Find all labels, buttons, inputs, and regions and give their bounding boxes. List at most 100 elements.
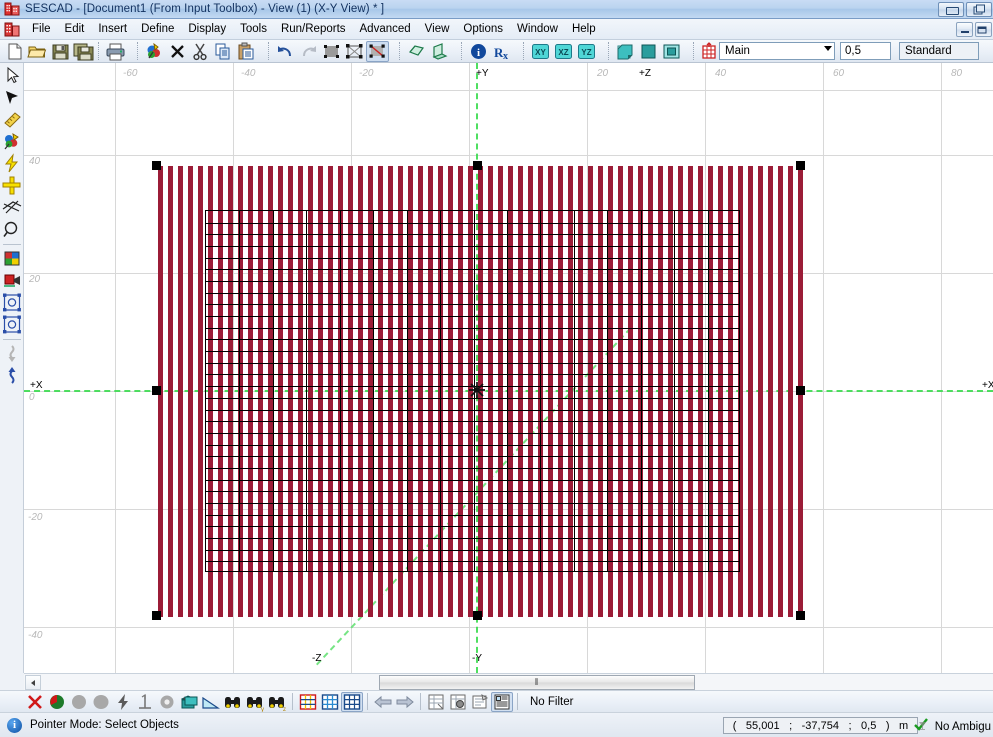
- undo-icon[interactable]: [274, 41, 297, 62]
- color-picker-icon[interactable]: [1, 131, 23, 152]
- selection-handle-n[interactable]: [473, 161, 482, 170]
- scale-box-icon[interactable]: [1, 314, 23, 335]
- y-axis-label-negative: -Y: [472, 653, 482, 664]
- menu-item-runreports[interactable]: Run/Reports: [274, 21, 353, 37]
- binoculars-y-icon[interactable]: y: [244, 692, 266, 712]
- info-icon[interactable]: i: [467, 41, 490, 62]
- binoculars-icon[interactable]: [222, 692, 244, 712]
- arrow-left-icon[interactable]: [372, 692, 394, 712]
- selection-handle-ne[interactable]: [796, 161, 805, 170]
- menu-item-advanced[interactable]: Advanced: [353, 21, 418, 37]
- view-yz-icon[interactable]: YZ: [575, 41, 598, 62]
- fill-bucket-icon[interactable]: [1, 270, 23, 291]
- select-group-icon[interactable]: [343, 41, 366, 62]
- properties-icon[interactable]: [469, 692, 491, 712]
- save-disk-icon[interactable]: [49, 41, 72, 62]
- scroll-thumb[interactable]: ⦀: [379, 675, 695, 690]
- wire-mesh-icon[interactable]: [1, 197, 23, 218]
- fill-solid-icon[interactable]: [637, 41, 660, 62]
- circle-gray-icon[interactable]: [68, 692, 90, 712]
- mesh-horizontal-line: [206, 526, 739, 527]
- style-combo[interactable]: Standard: [899, 42, 979, 60]
- copy-icon[interactable]: [212, 41, 235, 62]
- selection-handle-e[interactable]: [796, 386, 805, 395]
- menu-item-help[interactable]: Help: [565, 21, 603, 37]
- delete-red-x-icon[interactable]: [24, 692, 46, 712]
- report-view-icon[interactable]: [447, 692, 469, 712]
- mdi-restore-button[interactable]: [975, 22, 992, 37]
- angle-ruler-icon[interactable]: [200, 692, 222, 712]
- grid-blue-icon[interactable]: [319, 692, 341, 712]
- cut-scissors-icon[interactable]: [189, 41, 212, 62]
- ground-rod-icon[interactable]: [134, 692, 156, 712]
- move-down-icon[interactable]: [1, 343, 23, 364]
- y-tick-label: -40: [28, 630, 43, 641]
- print-icon[interactable]: [104, 41, 127, 62]
- selection-handle-se[interactable]: [796, 611, 805, 620]
- save-all-icon[interactable]: [72, 41, 95, 62]
- menu-item-define[interactable]: Define: [134, 21, 181, 37]
- ring-icon[interactable]: [156, 692, 178, 712]
- axis-cross-icon[interactable]: [1, 175, 23, 196]
- resize-box-icon[interactable]: [1, 292, 23, 313]
- select-objects-icon[interactable]: [366, 40, 389, 62]
- selection-handle-w[interactable]: [152, 386, 161, 395]
- grid-color-icon[interactable]: [297, 692, 319, 712]
- extrude-shape-icon[interactable]: [428, 41, 451, 62]
- open-folder-icon[interactable]: [26, 41, 49, 62]
- toolbar-separator: [608, 42, 611, 60]
- zoom-magnifier-icon[interactable]: [1, 219, 23, 240]
- ruler-icon[interactable]: [1, 109, 23, 130]
- view-xy-icon[interactable]: XY: [529, 41, 552, 62]
- paste-icon[interactable]: [235, 41, 258, 62]
- horizontal-scrollbar[interactable]: ⦀: [24, 673, 993, 690]
- menu-item-display[interactable]: Display: [181, 21, 233, 37]
- scroll-left-arrow[interactable]: [25, 674, 41, 690]
- menu-item-window[interactable]: Window: [510, 21, 565, 37]
- grid-plain-icon[interactable]: [341, 691, 363, 712]
- move-up-icon[interactable]: [1, 365, 23, 386]
- restore-button[interactable]: [966, 2, 992, 17]
- sphere-green-icon[interactable]: [46, 692, 68, 712]
- menu-item-edit[interactable]: Edit: [58, 21, 92, 37]
- rotate-shape-icon[interactable]: [405, 41, 428, 62]
- new-document-icon[interactable]: [3, 41, 26, 62]
- menu-item-insert[interactable]: Insert: [91, 21, 134, 37]
- binoculars-z-icon[interactable]: z: [266, 692, 288, 712]
- report-page-icon[interactable]: [425, 692, 447, 712]
- select-color-icon[interactable]: [143, 41, 166, 62]
- menu-item-tools[interactable]: Tools: [233, 21, 274, 37]
- layer-combo[interactable]: Main: [719, 42, 835, 60]
- rx-prescription-icon[interactable]: R x: [490, 41, 513, 62]
- window-controls: [938, 2, 992, 17]
- scale-field[interactable]: 0,5: [840, 42, 891, 60]
- layers-teal-icon[interactable]: [178, 692, 200, 712]
- palette-icon[interactable]: [1, 248, 23, 269]
- mdi-minimize-button[interactable]: [956, 22, 973, 37]
- ellipse-gray-icon[interactable]: [90, 692, 112, 712]
- select-filled-arrow-icon[interactable]: [1, 87, 23, 108]
- selection-handle-nw[interactable]: [152, 161, 161, 170]
- layer-front-icon[interactable]: [614, 41, 637, 62]
- selection-handle-s[interactable]: [473, 611, 482, 620]
- menu-item-file[interactable]: File: [25, 21, 58, 37]
- menu-item-options[interactable]: Options: [456, 21, 510, 37]
- arrow-right-icon[interactable]: [394, 692, 416, 712]
- lightning-icon[interactable]: [1, 153, 23, 174]
- list-report-icon[interactable]: [491, 691, 513, 712]
- drawing-canvas[interactable]: -60 -40 -20 +Y 20 +Z 40 60 80 40 20 +X 0…: [24, 63, 993, 673]
- redo-icon[interactable]: [297, 41, 320, 62]
- mesh-vertical-line: [674, 211, 675, 571]
- selection-handle-sw[interactable]: [152, 611, 161, 620]
- object-toolbar: y z No Filter: [0, 690, 993, 712]
- pointer-arrow-icon[interactable]: [1, 65, 23, 86]
- lightning-bolt-icon[interactable]: [112, 692, 134, 712]
- view-xz-icon[interactable]: XZ: [552, 41, 575, 62]
- minimize-button[interactable]: [938, 2, 964, 17]
- filter-label: No Filter: [530, 695, 574, 708]
- delete-x-icon[interactable]: [166, 41, 189, 62]
- menu-item-view[interactable]: View: [418, 21, 457, 37]
- x-tick-label: 20: [597, 68, 609, 79]
- fill-outline-icon[interactable]: [660, 41, 683, 62]
- select-region-icon[interactable]: [320, 41, 343, 62]
